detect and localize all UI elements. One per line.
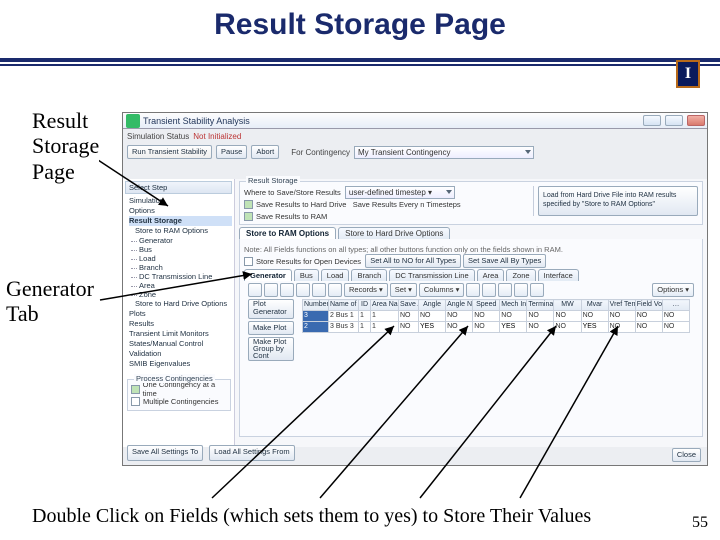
tree-results[interactable]: Results: [129, 319, 232, 329]
title-bar[interactable]: Transient Stability Analysis: [123, 113, 707, 129]
tree-bus[interactable]: Bus: [139, 245, 232, 254]
subtab-load[interactable]: Load: [321, 269, 350, 281]
toolbar-icon[interactable]: [264, 283, 278, 297]
tree-branch[interactable]: Branch: [139, 263, 232, 272]
subtab-area[interactable]: Area: [477, 269, 505, 281]
make-plot-btn[interactable]: Make Plot: [248, 321, 294, 335]
tree-result-storage[interactable]: Result Storage: [129, 216, 232, 226]
grid-row[interactable]: 32 Bus 11 1NONO NONONO NONONO NONONO: [303, 311, 690, 322]
option-tabs: Store to RAM Options Store to Hard Drive…: [239, 227, 703, 239]
where-combo[interactable]: user-defined timestep ▾: [345, 186, 455, 199]
toolbar-icon[interactable]: [328, 283, 342, 297]
tree-smib[interactable]: SMIB Eigenvalues: [129, 359, 232, 369]
toolbar-icon[interactable]: [296, 283, 310, 297]
store-open-check-icon[interactable]: [244, 257, 253, 266]
set-save-all-button[interactable]: Set Save All By Types: [463, 254, 546, 268]
object-tabs: Generator Bus Load Branch DC Transmissio…: [244, 269, 698, 281]
load-all-settings-button[interactable]: Load All Settings From: [209, 445, 294, 461]
tab-store-hd[interactable]: Store to Hard Drive Options: [338, 227, 450, 239]
institution-logo: I: [676, 60, 700, 88]
result-storage-panel: Result Storage Where to Save/Store Resul…: [235, 179, 707, 447]
plot-buttons: Plot Generator Make Plot Make Plot Group…: [248, 299, 294, 361]
tree-header: Select Step: [125, 181, 232, 194]
tree-dcline[interactable]: DC Transmission Line: [139, 272, 232, 281]
process-cont-label: Process Contingencies: [134, 374, 215, 383]
tree-states[interactable]: States/Manual Control: [129, 339, 232, 349]
toolbar-icon[interactable]: [280, 283, 294, 297]
set-no-all-button[interactable]: Set All to NO for All Types: [365, 254, 461, 268]
abort-button[interactable]: Abort: [251, 145, 279, 159]
subtab-bus[interactable]: Bus: [294, 269, 319, 281]
callout-result-storage-page: Result Storage Page: [32, 108, 99, 184]
callout-generator-tab: Generator Tab: [6, 276, 94, 327]
page-number: 55: [692, 514, 708, 532]
contingency-combo[interactable]: My Transient Contingency: [354, 146, 534, 159]
toolbar-icon[interactable]: [498, 283, 512, 297]
nav-tree[interactable]: Select Step Simulation Options Result St…: [123, 179, 235, 447]
tree-area[interactable]: Area: [139, 281, 232, 290]
app-window: Transient Stability Analysis Simulation …: [122, 112, 708, 466]
where-label: Where to Save/Store Results: [244, 188, 341, 197]
save-ram-check[interactable]: Save Results to RAM: [256, 212, 327, 221]
toolbar-icon[interactable]: [312, 283, 326, 297]
save-ram-check-icon[interactable]: [244, 212, 253, 221]
slide-title: Result Storage Page: [0, 0, 720, 58]
close-button[interactable]: [687, 115, 705, 126]
sim-status-label: Simulation Status: [127, 132, 189, 141]
grid-row[interactable]: 23 Bus 31 1NOYES NONOYES NONOYES NONONO: [303, 322, 690, 333]
tree-options[interactable]: Options: [129, 206, 232, 216]
columns-menu[interactable]: Columns ▾: [419, 283, 464, 297]
tree-store-ram[interactable]: Store to RAM Options: [135, 226, 232, 236]
title-rules: [0, 58, 720, 66]
records-menu[interactable]: Records ▾: [344, 283, 388, 297]
radio-multiple-icon[interactable]: [131, 397, 140, 406]
subtab-branch[interactable]: Branch: [351, 269, 387, 281]
save-every-label: Save Results Every n Timesteps: [353, 200, 461, 209]
plot-generator-btn[interactable]: Plot Generator: [248, 299, 294, 319]
grid-toolbar: Records ▾ Set ▾ Columns ▾ Options ▾: [248, 283, 694, 297]
tree-tlm[interactable]: Transient Limit Monitors: [129, 329, 232, 339]
grid-header-row: Number of BusName of BusID Area Name of …: [303, 300, 690, 311]
minimize-button[interactable]: [643, 115, 661, 126]
toolbar-icon[interactable]: [248, 283, 262, 297]
radio-one-icon[interactable]: [131, 385, 140, 394]
tree-validation[interactable]: Validation: [129, 349, 232, 359]
maximize-button[interactable]: [665, 115, 683, 126]
subtab-interface[interactable]: Interface: [538, 269, 579, 281]
tree-simulation[interactable]: Simulation: [129, 196, 232, 206]
options-menu[interactable]: Options ▾: [652, 283, 694, 297]
radio-multiple-label[interactable]: Multiple Contingencies: [143, 397, 218, 406]
toolbar-icon[interactable]: [530, 283, 544, 297]
window-title: Transient Stability Analysis: [143, 116, 250, 126]
subtab-dcline[interactable]: DC Transmission Line: [389, 269, 474, 281]
set-menu[interactable]: Set ▾: [390, 283, 417, 297]
pause-button[interactable]: Pause: [216, 145, 247, 159]
save-hd-check-icon[interactable]: [244, 200, 253, 209]
close-dialog-button[interactable]: Close: [672, 448, 701, 462]
save-all-settings-button[interactable]: Save All Settings To: [127, 445, 203, 461]
footer-instruction: Double Click on Fields (which sets them …: [32, 505, 591, 528]
load-hd-button[interactable]: Load from Hard Drive File into RAM resul…: [538, 186, 698, 216]
sim-status-value: Not Initialized: [193, 132, 241, 141]
data-grid[interactable]: Number of BusName of BusID Area Name of …: [302, 299, 690, 333]
tree-plots[interactable]: Plots: [129, 309, 232, 319]
tab-store-ram[interactable]: Store to RAM Options: [239, 227, 336, 239]
tree-zone[interactable]: Zone: [139, 290, 232, 299]
subtab-generator[interactable]: Generator: [244, 269, 292, 281]
tree-store-hd[interactable]: Store to Hard Drive Options: [135, 299, 232, 309]
store-open-check[interactable]: Store Results for Open Devices: [256, 257, 361, 266]
make-plot-group-btn[interactable]: Make Plot Group by Cont: [248, 337, 294, 361]
tree-load[interactable]: Load: [139, 254, 232, 263]
subtab-zone[interactable]: Zone: [506, 269, 535, 281]
run-ts-button[interactable]: Run Transient Stability: [127, 145, 212, 159]
toolbar-icon[interactable]: [466, 283, 480, 297]
tree-generator[interactable]: Generator: [139, 236, 232, 245]
contingency-label: For Contingency: [291, 148, 350, 157]
save-hd-check[interactable]: Save Results to Hard Drive: [256, 200, 346, 209]
toolbar-icon[interactable]: [514, 283, 528, 297]
group-label: Result Storage: [246, 176, 300, 185]
app-icon: [126, 114, 140, 128]
toolbar-icon[interactable]: [482, 283, 496, 297]
